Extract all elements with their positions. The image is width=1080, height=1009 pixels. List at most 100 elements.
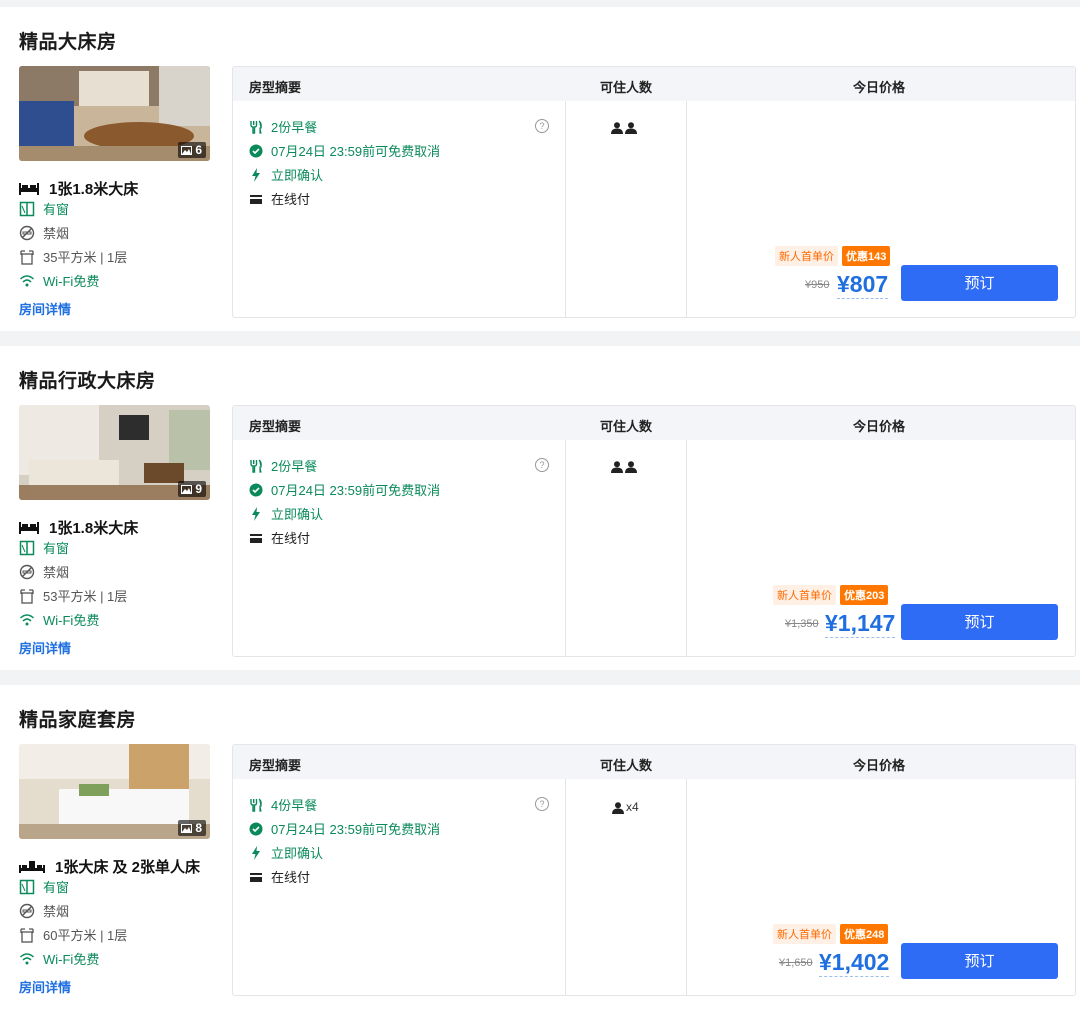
lightning-icon [252,506,260,521]
check-circle-icon [249,483,263,496]
bed-label: 1张1.8米大床 [49,520,139,537]
wifi-icon [19,613,35,625]
table-header: 房型摘要 可住人数 今日价格 [233,745,1075,779]
header-price: 今日价格 [853,419,906,434]
person-icon [625,122,637,134]
rate-table: 房型摘要 可住人数 今日价格 2份早餐 ? 07月24日 23:59前可免费取消… [232,405,1076,657]
table-header: 房型摘要 可住人数 今日价格 [233,406,1075,440]
window-facility: 有窗 [19,877,69,896]
payment-label: 在线付 [271,531,311,546]
breakfast-item: 4份早餐 [249,795,317,814]
promo-tags: 新人首单价 优惠248 [773,924,889,944]
column-divider [686,779,687,995]
breakfast-label: 2份早餐 [271,459,318,474]
rate-table: 房型摘要 可住人数 今日价格 4份早餐 ? 07月24日 23:59前可免费取消… [232,744,1076,996]
person-icon [611,122,623,134]
wifi-label: Wi-Fi免费 [43,274,100,289]
discount-tag: 优惠248 [840,924,889,944]
occupancy [611,122,637,134]
header-occupancy: 可住人数 [600,758,653,773]
header-occupancy: 可住人数 [600,419,653,434]
bed-info: 1张大床 及 2张单人床 [19,856,200,877]
smoking-label: 禁烟 [43,226,70,241]
room-details-link[interactable]: 房间详情 [19,977,71,996]
smoking-facility: 禁烟 [19,562,69,581]
lightning-icon [252,845,260,860]
original-price: ¥1,650 [779,957,813,969]
room-details-link[interactable]: 房间详情 [19,299,71,318]
wifi-facility: Wi-Fi免费 [19,949,99,968]
room-title: 精品大床房 [19,32,117,53]
column-divider [686,440,687,656]
current-price[interactable]: ¥1,147 [825,609,896,638]
occupancy [611,461,637,473]
area-facility: 60平方米 | 1层 [19,925,127,944]
no-smoking-icon [19,225,35,240]
book-button[interactable]: 预订 [901,943,1058,979]
window-label: 有窗 [43,202,70,217]
wifi-label: Wi-Fi免费 [43,613,100,628]
confirm-item: 立即确认 [249,504,323,523]
header-summary: 房型摘要 [249,419,302,434]
area-icon [20,588,34,604]
photo-count-badge: 8 [178,820,206,836]
column-divider [686,101,687,317]
help-icon[interactable]: ? [535,458,549,472]
header-price: 今日价格 [853,80,906,95]
room-photo[interactable]: 9 [19,405,210,500]
wifi-icon [19,952,35,964]
multi-bed-icon [19,860,45,873]
breakfast-item: 2份早餐 [249,456,317,475]
window-icon [19,540,35,555]
breakfast-label: 2份早餐 [271,120,318,135]
current-price[interactable]: ¥1,402 [819,948,890,977]
photo-count: 9 [195,482,202,496]
wifi-facility: Wi-Fi免费 [19,610,99,629]
card-icon [250,872,262,882]
column-divider [565,101,566,317]
cancel-label: 07月24日 23:59前可免费取消 [271,822,441,837]
bed-info: 1张1.8米大床 [19,178,138,199]
window-label: 有窗 [43,880,70,895]
header-summary: 房型摘要 [249,758,302,773]
area-label: 35平方米 | 1层 [43,250,128,265]
column-divider [565,440,566,656]
room-details-link[interactable]: 房间详情 [19,638,71,657]
card-icon [250,194,262,204]
payment-item: 在线付 [249,867,310,886]
photo-count-badge: 6 [178,142,206,158]
cancel-item: 07月24日 23:59前可免费取消 [249,480,440,499]
bed-label: 1张1.8米大床 [49,181,139,198]
header-occupancy: 可住人数 [600,80,653,95]
wifi-icon [19,274,35,286]
room-photo[interactable]: 8 [19,744,210,839]
room-card: 精品行政大床房 9 1张1.8米大床 有窗 禁烟 53平方米 | 1层 Wi-F [0,346,1080,670]
person-icon [612,802,624,814]
image-icon [181,145,193,155]
bed-label: 1张大床 及 2张单人床 [55,859,201,876]
smoking-facility: 禁烟 [19,223,69,242]
window-facility: 有窗 [19,538,69,557]
image-icon [181,823,193,833]
confirm-label: 立即确认 [271,507,324,522]
wifi-facility: Wi-Fi免费 [19,271,99,290]
current-price[interactable]: ¥807 [837,270,889,299]
book-button[interactable]: 预订 [901,265,1058,301]
cancel-item: 07月24日 23:59前可免费取消 [249,819,440,838]
area-label: 60平方米 | 1层 [43,928,128,943]
book-button[interactable]: 预订 [901,604,1058,640]
rate-table: 房型摘要 可住人数 今日价格 2份早餐 ? 07月24日 23:59前可免费取消… [232,66,1076,318]
occupancy-count: x4 [626,800,639,814]
help-icon[interactable]: ? [535,797,549,811]
area-facility: 35平方米 | 1层 [19,247,127,266]
confirm-item: 立即确认 [249,843,323,862]
no-smoking-icon [19,564,35,579]
wifi-label: Wi-Fi免费 [43,952,100,967]
room-photo[interactable]: 6 [19,66,210,161]
new-user-tag: 新人首单价 [775,246,838,266]
payment-label: 在线付 [271,192,311,207]
photo-count: 6 [195,143,202,157]
payment-item: 在线付 [249,528,310,547]
help-icon[interactable]: ? [535,119,549,133]
lightning-icon [252,167,260,182]
